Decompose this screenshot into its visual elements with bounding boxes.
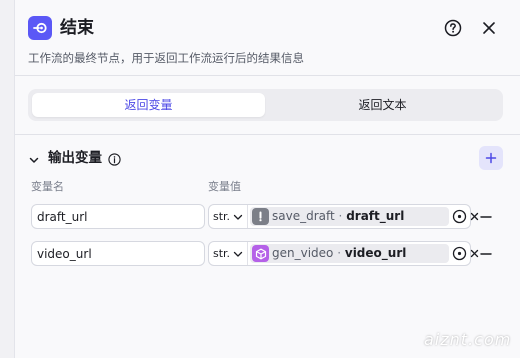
return-mode-tabs: 返回变量 返回文本 bbox=[28, 89, 503, 121]
variable-value-field: str. gen_video · video_url bbox=[208, 241, 479, 266]
type-label: str. bbox=[213, 247, 231, 260]
section-divider bbox=[15, 134, 520, 135]
info-icon[interactable] bbox=[108, 151, 121, 166]
exclamation-icon bbox=[252, 208, 269, 225]
column-header-name: 变量名 bbox=[31, 180, 64, 193]
tab-return-variables[interactable]: 返回变量 bbox=[32, 93, 265, 117]
variable-name-input[interactable] bbox=[31, 204, 205, 229]
reference-separator: · bbox=[337, 246, 342, 260]
end-node-panel: 结束 工作流的最终节点，用于返回工作流运行后的结果信息 返回变量 返回文本 输出… bbox=[14, 0, 520, 358]
panel-title: 结束 bbox=[60, 18, 94, 38]
variable-name-input[interactable] bbox=[31, 241, 205, 266]
reference-field-name: video_url bbox=[344, 246, 407, 260]
reference-separator: · bbox=[338, 209, 343, 223]
reference-path: gen_video · video_url bbox=[272, 245, 406, 262]
target-icon[interactable] bbox=[452, 246, 467, 261]
reference-node-name: gen_video bbox=[272, 246, 334, 260]
type-label: str. bbox=[213, 210, 231, 223]
end-node-icon bbox=[28, 16, 52, 40]
variable-reference-tag[interactable]: gen_video · video_url bbox=[250, 244, 479, 263]
chevron-down-icon bbox=[233, 251, 243, 257]
panel-description: 工作流的最终节点，用于返回工作流运行后的结果信息 bbox=[28, 51, 304, 65]
plus-icon bbox=[485, 152, 497, 164]
type-select[interactable]: str. bbox=[209, 205, 248, 228]
variable-reference-tag[interactable]: save_draft · draft_url bbox=[250, 207, 479, 226]
chevron-down-icon[interactable] bbox=[28, 151, 40, 163]
close-icon[interactable] bbox=[480, 19, 498, 37]
type-select[interactable]: str. bbox=[209, 242, 248, 265]
variable-value-field: str. save_draft · draft_url bbox=[208, 204, 479, 229]
add-variable-button[interactable] bbox=[479, 146, 503, 170]
remove-variable-button[interactable] bbox=[479, 247, 493, 261]
chevron-down-icon bbox=[233, 214, 243, 220]
output-section-title: 输出变量 bbox=[48, 150, 102, 166]
reference-field-name: draft_url bbox=[346, 209, 405, 223]
help-circle-icon[interactable] bbox=[444, 19, 462, 37]
target-icon[interactable] bbox=[452, 209, 467, 224]
clear-icon[interactable] bbox=[470, 249, 479, 258]
reference-path: save_draft · draft_url bbox=[272, 208, 404, 225]
cube-icon bbox=[252, 245, 269, 262]
watermark: aiznt.com bbox=[424, 330, 512, 349]
clear-icon[interactable] bbox=[470, 212, 479, 221]
column-header-value: 变量值 bbox=[208, 180, 241, 193]
panel-header: 结束 工作流的最终节点，用于返回工作流运行后的结果信息 bbox=[15, 0, 520, 76]
tab-return-text[interactable]: 返回文本 bbox=[266, 93, 499, 117]
reference-node-name: save_draft bbox=[272, 209, 335, 223]
remove-variable-button[interactable] bbox=[479, 210, 493, 224]
